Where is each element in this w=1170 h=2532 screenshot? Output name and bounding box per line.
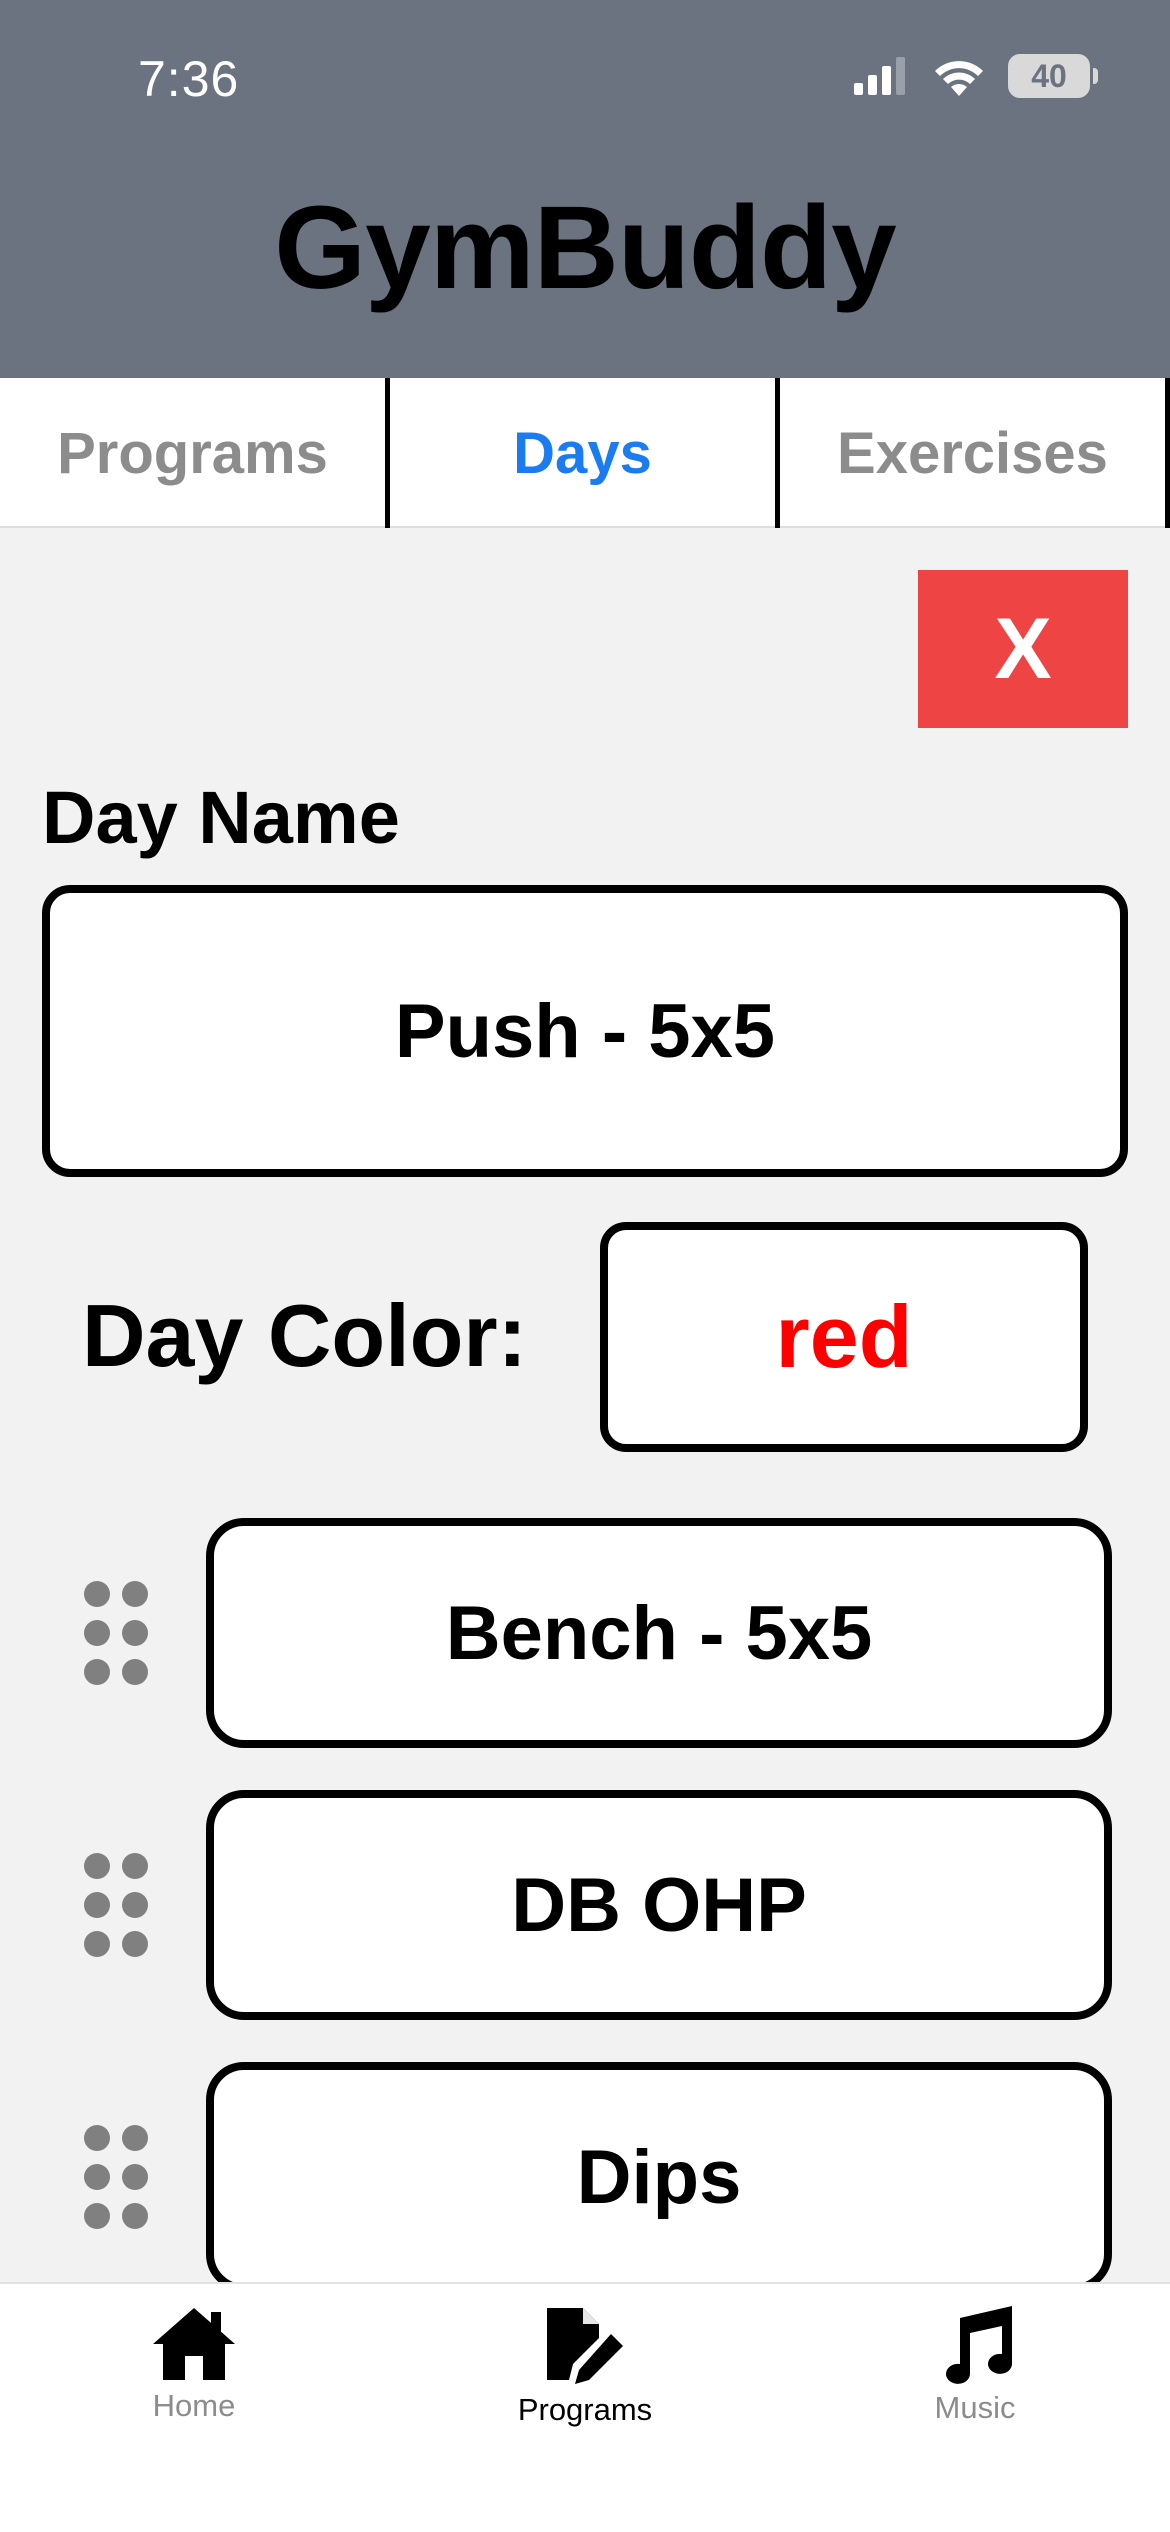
exercise-item[interactable]: Bench - 5x5	[206, 1518, 1112, 1748]
nav-home-label: Home	[152, 2388, 236, 2423]
tab-exercises[interactable]: Exercises	[780, 378, 1170, 528]
app-header: 7:36 40 GymBuddy	[0, 0, 1170, 378]
tab-days[interactable]: Days	[390, 378, 780, 528]
status-icons: 40	[852, 54, 1098, 98]
nav-music-label: Music	[934, 2390, 1016, 2425]
day-name-label: Day Name	[42, 776, 400, 859]
drag-handle-icon[interactable]	[84, 1853, 148, 1957]
exercise-item[interactable]: Dips	[206, 2062, 1112, 2292]
tab-programs[interactable]: Programs	[0, 378, 390, 528]
exercise-row: DB OHP	[0, 1790, 1170, 2020]
status-time: 7:36	[138, 51, 240, 107]
battery-icon: 40	[1008, 54, 1098, 98]
day-color-label: Day Color:	[82, 1286, 527, 1385]
app-title: GymBuddy	[274, 182, 896, 314]
exercise-row: Dips	[0, 2062, 1170, 2292]
day-name-field[interactable]: Push - 5x5	[42, 885, 1128, 1177]
nav-programs-label: Programs	[517, 2392, 653, 2427]
edit-document-icon	[547, 2308, 623, 2384]
drag-handle-icon[interactable]	[84, 1581, 148, 1685]
exercise-item[interactable]: DB OHP	[206, 1790, 1112, 2020]
top-tabs: Programs Days Exercises	[0, 378, 1170, 528]
exercise-row: Bench - 5x5	[0, 1518, 1170, 1748]
day-color-field[interactable]: red	[600, 1222, 1088, 1452]
wifi-icon	[935, 61, 983, 96]
nav-programs[interactable]: Programs	[465, 2304, 705, 2428]
close-button[interactable]: X	[918, 570, 1128, 728]
nav-home[interactable]: Home	[74, 2304, 314, 2424]
drag-handle-icon[interactable]	[84, 2125, 148, 2229]
music-note-icon	[946, 2306, 1012, 2384]
bottom-nav: Home Programs Music	[0, 2282, 1170, 2532]
home-icon	[153, 2308, 235, 2380]
cellular-signal-icon	[854, 57, 905, 95]
nav-music[interactable]: Music	[855, 2304, 1095, 2426]
